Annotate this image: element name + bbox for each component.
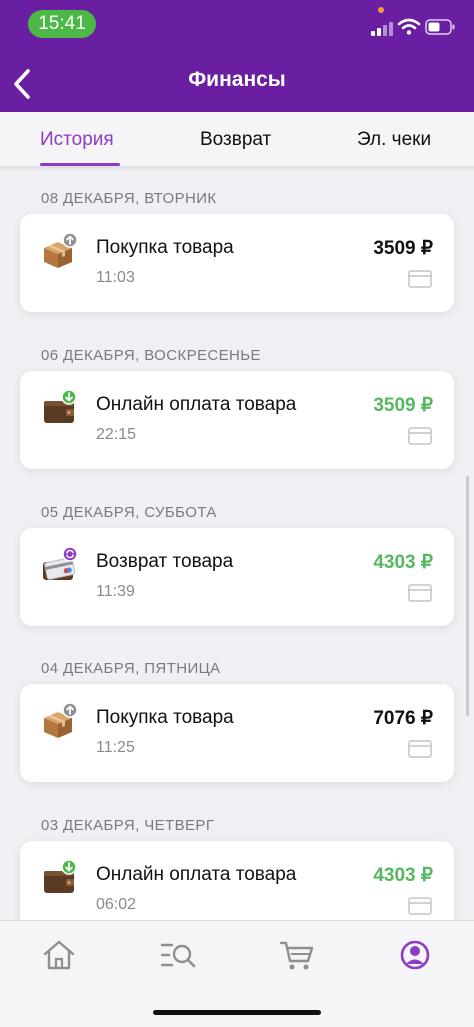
tabs-shadow — [0, 166, 474, 172]
transaction-time: 11:39 — [96, 583, 135, 600]
day-header: 05 ДЕКАБРЯ, СУББОТА — [41, 504, 217, 521]
transaction-title: Онлайн оплата товара — [96, 864, 297, 885]
bank-card-icon — [408, 270, 432, 288]
transaction-card[interactable]: Покупка товара 11:25 7076 ₽ — [20, 684, 454, 782]
transaction-time: 11:25 — [96, 739, 135, 756]
page-title: Финансы — [188, 68, 286, 91]
wifi-icon — [397, 18, 421, 35]
nav-cart[interactable] — [277, 935, 317, 975]
home-icon — [43, 940, 75, 970]
nav-catalog-search[interactable] — [158, 935, 198, 975]
cellular-signal-icon — [371, 20, 393, 36]
day-header: 08 ДЕКАБРЯ, ВТОРНИК — [41, 190, 217, 207]
wallet-download-icon — [44, 859, 77, 893]
transaction-amount: 4303 ₽ — [373, 865, 433, 886]
nav-home[interactable] — [39, 935, 79, 975]
bank-card-icon — [408, 584, 432, 602]
day-header: 03 ДЕКАБРЯ, ЧЕТВЕРГ — [41, 817, 215, 834]
parcel-upload-icon — [44, 232, 78, 268]
wallet-refund-icon — [43, 546, 78, 580]
status-time: 15:41 — [28, 10, 96, 38]
bank-card-icon — [408, 897, 432, 915]
bank-card-icon — [408, 427, 432, 445]
transaction-title: Онлайн оплата товара — [96, 394, 297, 415]
transaction-title: Возврат товара — [96, 551, 234, 572]
transaction-title: Покупка товара — [96, 237, 234, 258]
transaction-amount: 3509 ₽ — [373, 395, 433, 416]
parcel-upload-icon — [44, 702, 78, 738]
transaction-title: Покупка товара — [96, 707, 234, 728]
transaction-amount: 7076 ₽ — [373, 708, 433, 729]
tab-e-receipts[interactable]: Эл. чеки — [357, 129, 431, 151]
status-bar: 15:41 — [0, 0, 474, 50]
bank-card-icon — [408, 740, 432, 758]
transaction-card[interactable]: Покупка товара 11:03 3509 ₽ — [20, 214, 454, 312]
day-header: 06 ДЕКАБРЯ, ВОСКРЕСЕНЬЕ — [41, 347, 261, 364]
tab-bar: История Возврат Эл. чеки — [0, 112, 474, 166]
transaction-time: 06:02 — [96, 896, 137, 913]
catalog-search-icon — [160, 943, 196, 968]
transaction-card[interactable]: Онлайн оплата товара 22:15 3509 ₽ — [20, 371, 454, 469]
battery-icon — [425, 19, 455, 35]
scroll-indicator[interactable] — [466, 476, 469, 716]
day-header: 04 ДЕКАБРЯ, ПЯТНИЦА — [41, 660, 221, 677]
app-header: 15:41 Финансы — [0, 0, 474, 112]
transaction-amount: 4303 ₽ — [373, 552, 433, 573]
transaction-card[interactable]: Возврат товара 11:39 4303 ₽ — [20, 528, 454, 626]
transaction-time: 11:03 — [96, 269, 135, 286]
nav-profile[interactable] — [395, 935, 435, 975]
tab-returns[interactable]: Возврат — [200, 129, 271, 151]
tab-history[interactable]: История — [40, 129, 114, 151]
transaction-time: 22:15 — [96, 426, 137, 443]
cart-icon — [279, 941, 314, 970]
home-indicator — [153, 1010, 321, 1015]
wallet-download-icon — [44, 389, 77, 423]
transaction-amount: 3509 ₽ — [373, 238, 433, 259]
profile-icon — [400, 940, 430, 970]
privacy-indicator-dot — [378, 7, 384, 13]
